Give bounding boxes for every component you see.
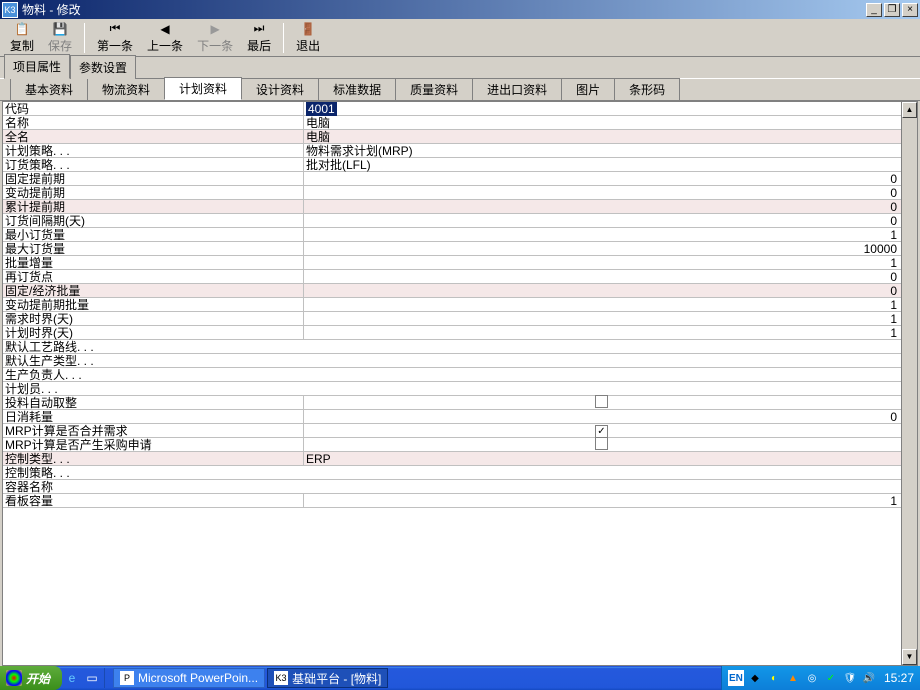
copy-icon: 📋 xyxy=(14,22,30,36)
tray-icon-4[interactable]: ◎ xyxy=(804,670,820,686)
clock[interactable]: 15:27 xyxy=(884,671,914,685)
save-icon: 💾 xyxy=(52,22,68,36)
next-icon: ▶ xyxy=(207,22,223,36)
property-value[interactable]: 0 xyxy=(303,284,901,298)
ime-indicator[interactable]: EN xyxy=(728,670,744,686)
property-row[interactable]: 看板容量1 xyxy=(3,494,901,508)
prev-icon: ◀ xyxy=(157,22,173,36)
property-value[interactable]: ERP xyxy=(303,452,901,466)
property-value[interactable]: 1 xyxy=(303,298,901,312)
property-value[interactable]: 1 xyxy=(303,256,901,270)
vertical-scrollbar[interactable]: ▲ ▼ xyxy=(901,102,917,665)
start-button[interactable]: 开始 xyxy=(0,666,62,690)
subtab-quality[interactable]: 质量资料 xyxy=(395,78,473,100)
taskbar-task[interactable]: K3基础平台 - [物料] xyxy=(267,668,388,688)
property-value[interactable]: 0 xyxy=(303,186,901,200)
property-value[interactable]: 0 xyxy=(303,410,901,424)
property-value[interactable]: 0 xyxy=(303,214,901,228)
separator xyxy=(84,23,85,53)
scroll-up-button[interactable]: ▲ xyxy=(902,102,917,118)
exit-button[interactable]: 🚪 退出 xyxy=(290,21,326,55)
subtab-standard[interactable]: 标准数据 xyxy=(318,78,396,100)
checkbox[interactable] xyxy=(595,395,608,408)
property-value[interactable]: 1 xyxy=(303,228,901,242)
windows-icon xyxy=(6,670,22,686)
subtab-basic[interactable]: 基本资料 xyxy=(10,78,88,100)
tray-icon-3[interactable]: ▲ xyxy=(785,670,801,686)
subtab-logistics[interactable]: 物流资料 xyxy=(87,78,165,100)
subtab-plan[interactable]: 计划资料 xyxy=(164,77,242,100)
last-button[interactable]: ⏭ 最后 xyxy=(241,21,277,55)
window-title: 物料 - 修改 xyxy=(22,1,866,18)
scroll-down-button[interactable]: ▼ xyxy=(902,649,917,665)
property-value[interactable]: 1 xyxy=(303,326,901,340)
last-icon: ⏭ xyxy=(251,21,267,36)
subtab-image[interactable]: 图片 xyxy=(561,78,615,100)
copy-button[interactable]: 📋 复制 xyxy=(4,21,40,55)
app-icon: K3 xyxy=(2,2,18,18)
property-label: 看板容量 xyxy=(3,492,303,509)
property-value[interactable]: 10000 xyxy=(303,242,901,256)
minimize-button[interactable]: _ xyxy=(866,3,882,17)
restore-button[interactable]: ❐ xyxy=(884,3,900,17)
first-button[interactable]: ⏮ 第一条 xyxy=(91,21,139,55)
tray-icon-1[interactable]: ◆ xyxy=(747,670,763,686)
save-button[interactable]: 💾 保存 xyxy=(42,21,78,55)
property-value[interactable]: 批对批(LFL) xyxy=(303,156,901,173)
subtab-design[interactable]: 设计资料 xyxy=(241,78,319,100)
exit-icon: 🚪 xyxy=(300,22,316,36)
prev-button[interactable]: ◀ 上一条 xyxy=(141,21,189,55)
tray-icon-5[interactable]: ✓ xyxy=(823,670,839,686)
tab-project[interactable]: 项目属性 xyxy=(4,54,70,79)
quicklaunch-desktop[interactable]: ▭ xyxy=(83,669,101,687)
property-value[interactable]: 0 xyxy=(303,200,901,214)
sub-tabs: 基本资料 物流资料 计划资料 设计资料 标准数据 质量资料 进出口资料 图片 条… xyxy=(0,79,920,101)
taskbar-task[interactable]: PMicrosoft PowerPoin... xyxy=(113,668,265,688)
task-icon: K3 xyxy=(274,671,288,685)
property-value[interactable]: 0 xyxy=(303,172,901,186)
property-value[interactable]: 1 xyxy=(303,494,901,508)
property-value[interactable] xyxy=(303,437,901,453)
tray-icon-6[interactable]: 🛡 xyxy=(842,670,858,686)
subtab-barcode[interactable]: 条形码 xyxy=(614,78,680,100)
property-value[interactable] xyxy=(303,395,901,411)
first-icon: ⏮ xyxy=(107,21,123,36)
property-grid: 代码4001名称电脑全名电脑计划策略. . .物料需求计划(MRP)订货策略. … xyxy=(2,101,918,666)
titlebar: K3 物料 - 修改 _ ❐ × xyxy=(0,0,920,19)
close-button[interactable]: × xyxy=(902,3,918,17)
property-value[interactable]: 1 xyxy=(303,312,901,326)
tray-icon-2[interactable]: ◐ xyxy=(766,670,782,686)
system-tray: EN ◆ ◐ ▲ ◎ ✓ 🛡 🔊 15:27 xyxy=(721,666,920,690)
toolbar: 📋 复制 💾 保存 ⏮ 第一条 ◀ 上一条 ▶ 下一条 ⏭ 最后 🚪 退出 xyxy=(0,19,920,57)
property-value[interactable]: 0 xyxy=(303,270,901,284)
tray-icon-7[interactable]: 🔊 xyxy=(861,670,877,686)
main-tabs: 项目属性 参数设置 xyxy=(0,57,920,79)
taskbar: 开始 e ▭ PMicrosoft PowerPoin...K3基础平台 - [… xyxy=(0,666,920,690)
subtab-importexport[interactable]: 进出口资料 xyxy=(472,78,562,100)
quicklaunch-ie[interactable]: e xyxy=(63,669,81,687)
tab-params[interactable]: 参数设置 xyxy=(70,55,136,79)
separator xyxy=(283,23,284,53)
next-button[interactable]: ▶ 下一条 xyxy=(191,21,239,55)
checkbox[interactable] xyxy=(595,437,608,450)
task-icon: P xyxy=(120,671,134,685)
